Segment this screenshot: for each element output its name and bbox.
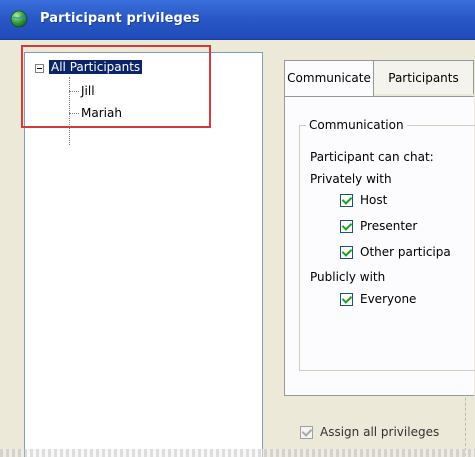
tab-communicate[interactable]: Communicate [284,60,374,96]
privileges-panel: Communicate Participants Communication P… [274,52,475,457]
other-participants-label: Other participa [360,245,451,259]
tab-participants[interactable]: Participants [373,60,474,94]
host-label: Host [360,193,388,207]
publicly-label: Publicly with [310,270,386,284]
presenter-label: Presenter [360,219,418,233]
participant-privileges-window: Participant privileges All Participants … [0,0,475,457]
privately-label: Privately with [310,172,392,186]
tree-node-jill[interactable]: Jill [81,84,95,98]
tree-connector [69,113,79,114]
group-title: Communication [306,118,407,132]
bottom-edge [0,449,475,457]
communicate-tab-panel: Communication Participant can chat: Priv… [284,96,475,396]
tree-connector [69,77,70,145]
collapse-icon[interactable] [35,64,44,73]
tree-node-all-participants[interactable]: All Participants [49,60,143,74]
tree-node-label: Jill [81,84,95,98]
tab-strip: Communicate Participants [284,60,474,96]
everyone-label: Everyone [360,292,417,306]
tree-connector [69,91,79,92]
presenter-checkbox[interactable] [340,220,353,233]
everyone-checkbox[interactable] [340,293,353,306]
tree-node-label: Mariah [81,106,122,120]
assign-all-label: Assign all privileges [320,425,440,439]
assign-all-checkbox[interactable] [300,426,313,439]
communication-groupbox: Communication Participant can chat: Priv… [299,118,475,371]
participant-tree[interactable]: All Participants Jill Mariah [24,52,263,457]
can-chat-label: Participant can chat: [310,150,434,164]
host-checkbox[interactable] [340,194,353,207]
window-title: Participant privileges [40,11,200,26]
tree-node-mariah[interactable]: Mariah [81,106,122,120]
globe-icon [10,10,28,28]
other-participants-checkbox[interactable] [340,246,353,259]
title-bar[interactable]: Participant privileges [0,0,475,40]
tree-node-label: All Participants [49,60,143,74]
